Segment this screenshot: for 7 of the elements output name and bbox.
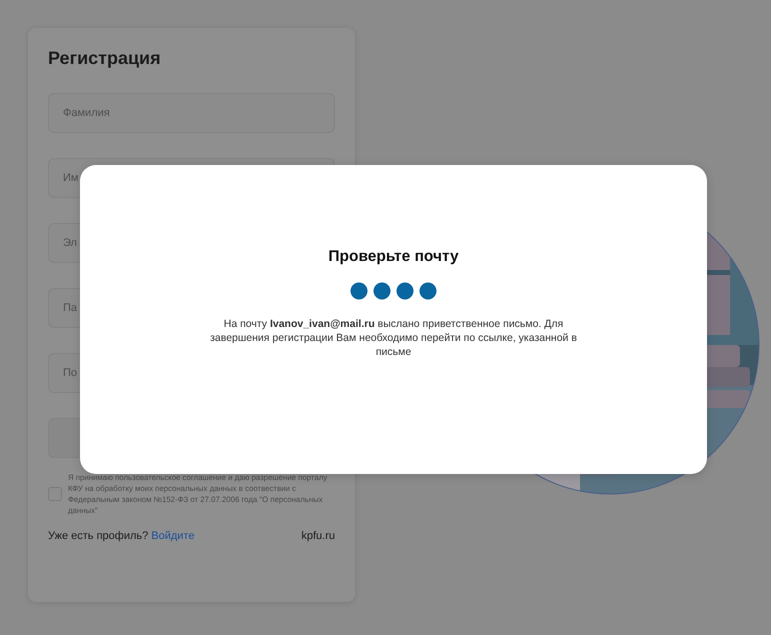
input-field[interactable]: Фамилия <box>48 93 335 133</box>
modal-message: На почту Ivanov_ivan@mail.ru выслано приветственное письмо. Для завершения регистрации Вам необходимо перейти по ссылке, указанной в письме <box>209 317 578 359</box>
login-link[interactable]: Войдите <box>151 530 194 542</box>
login-prompt: Уже есть профиль? <box>48 530 148 542</box>
modal-title: Проверьте почту <box>328 248 459 266</box>
loading-dots-icon <box>350 282 438 300</box>
form-title: Регистрация <box>48 48 162 69</box>
